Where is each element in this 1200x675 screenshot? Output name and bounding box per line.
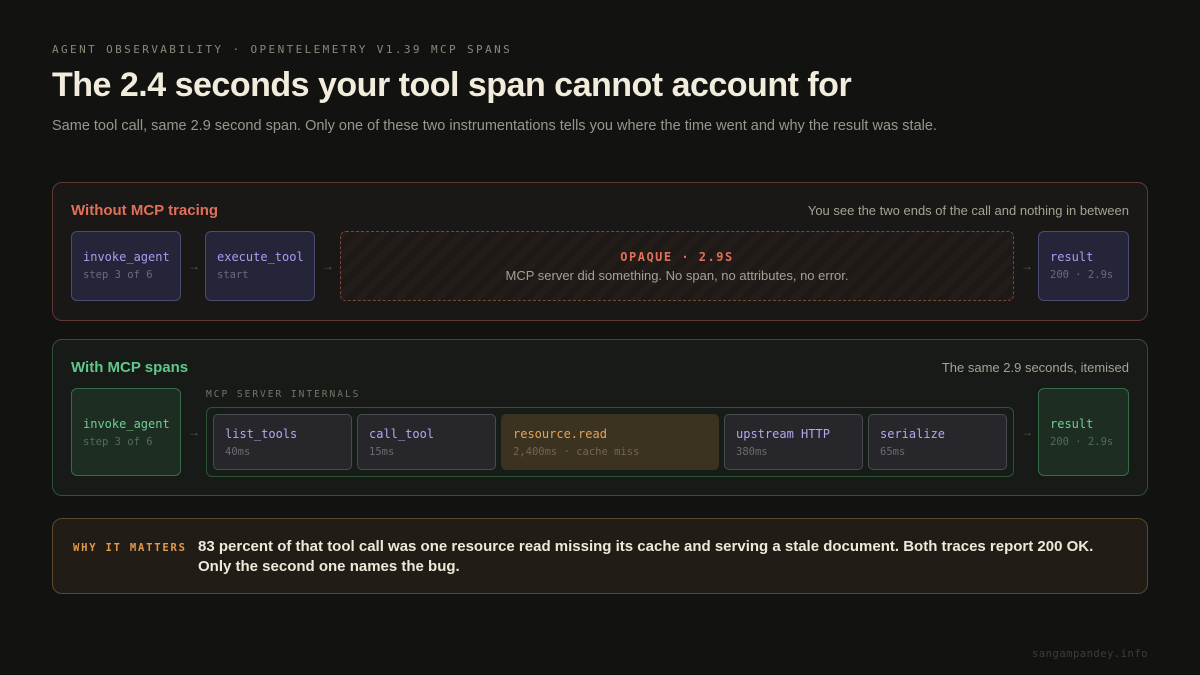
result-node[interactable]: result 200 · 2.9s [1038, 231, 1129, 301]
execute-tool-node[interactable]: execute_tool start [205, 231, 315, 301]
without-panel-title: Without MCP tracing [71, 202, 219, 219]
node-label: invoke_agent [83, 417, 170, 431]
mcp-server-internals: list_tools 40ms call_tool 15ms resource.… [206, 407, 1014, 477]
arrow-right-icon: → [188, 425, 200, 439]
node-sub: step 3 of 6 [83, 269, 153, 281]
callout-tag: WHY IT MATTERS [73, 542, 187, 554]
with-mcp-panel: With MCP spans The same 2.9 seconds, ite… [52, 339, 1148, 496]
page-title: The 2.4 seconds your tool span cannot ac… [52, 66, 852, 104]
span-label: call_tool [369, 427, 435, 441]
with-panel-title: With MCP spans [71, 359, 189, 376]
span-call-tool[interactable]: call_tool 15ms [357, 414, 496, 470]
span-upstream-http[interactable]: upstream HTTP 380ms [724, 414, 863, 470]
why-it-matters-callout: WHY IT MATTERS 83 percent of that tool c… [52, 518, 1148, 594]
page-subtitle: Same tool call, same 2.9 second span. On… [52, 118, 937, 134]
footer-attribution: sangampandey.info [1032, 648, 1148, 660]
node-sub: start [217, 269, 249, 281]
span-serialize[interactable]: serialize 65ms [868, 414, 1007, 470]
arrow-right-icon: → [188, 259, 200, 273]
opaque-span-block: OPAQUE · 2.9S MCP server did something. … [340, 231, 1014, 301]
span-label: serialize [880, 427, 946, 441]
span-duration: 380ms [736, 446, 768, 458]
with-panel-note: The same 2.9 seconds, itemised [941, 360, 1129, 375]
invoke-agent-node[interactable]: invoke_agent step 3 of 6 [71, 231, 181, 301]
span-list-tools[interactable]: list_tools 40ms [213, 414, 352, 470]
arrow-right-icon: → [1021, 425, 1033, 439]
internals-label: MCP SERVER INTERNALS [206, 389, 361, 400]
without-panel-note: You see the two ends of the call and not… [807, 203, 1129, 218]
node-label: result [1050, 417, 1094, 431]
callout-text: 83 percent of that tool call was one res… [198, 538, 1094, 575]
span-duration: 40ms [225, 446, 251, 458]
node-sub: 200 · 2.9s [1050, 436, 1114, 448]
node-sub: step 3 of 6 [83, 436, 153, 448]
invoke-agent-node[interactable]: invoke_agent step 3 of 6 [71, 388, 181, 476]
span-label: list_tools [225, 427, 298, 441]
span-label: upstream HTTP [736, 427, 830, 441]
without-mcp-panel: Without MCP tracing You see the two ends… [52, 182, 1148, 321]
opaque-label: OPAQUE · 2.9S [620, 250, 734, 264]
span-duration: 65ms [880, 446, 906, 458]
node-label: invoke_agent [83, 250, 170, 264]
span-duration: 15ms [369, 446, 395, 458]
arrow-right-icon: → [322, 259, 334, 273]
span-label: resource.read [513, 427, 607, 441]
opaque-description: MCP server did something. No span, no at… [505, 268, 849, 283]
span-duration: 2,400ms · cache miss [513, 446, 640, 458]
eyebrow: AGENT OBSERVABILITY · OPENTELEMETRY V1.3… [52, 43, 513, 56]
node-label: execute_tool [217, 250, 304, 264]
node-label: result [1050, 250, 1094, 264]
span-resource-read[interactable]: resource.read 2,400ms · cache miss [501, 414, 719, 470]
arrow-right-icon: → [1021, 259, 1033, 273]
result-node[interactable]: result 200 · 2.9s [1038, 388, 1129, 476]
node-sub: 200 · 2.9s [1050, 269, 1114, 281]
